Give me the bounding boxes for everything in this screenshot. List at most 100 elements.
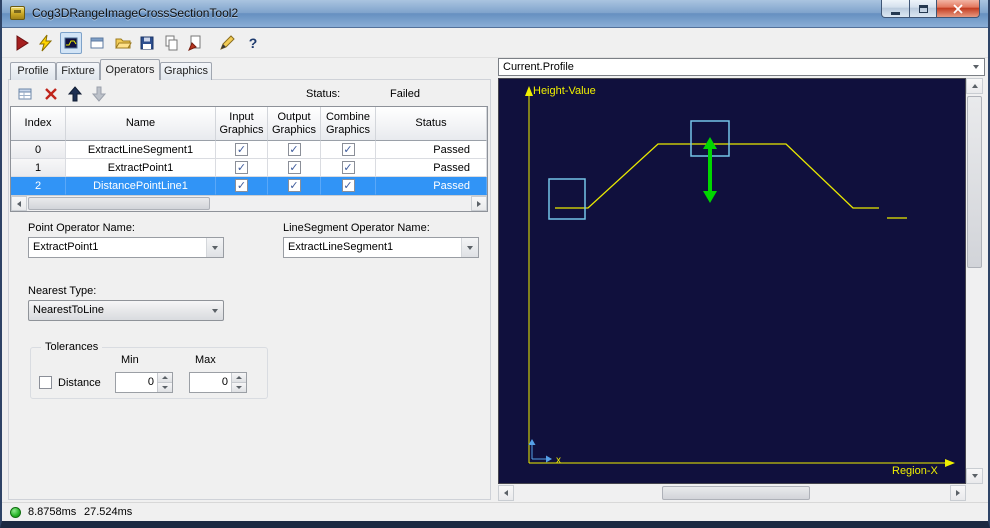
total-time: 27.524ms [84, 506, 133, 518]
tab-graphics[interactable]: Graphics [160, 62, 212, 80]
combine-graphics-checkbox[interactable] [341, 161, 355, 174]
nearest-type-label: Nearest Type: [28, 285, 97, 297]
nearest-type-combobox[interactable]: NearestToLine [28, 300, 224, 321]
output-graphics-checkbox[interactable] [287, 143, 301, 156]
output-graphics-checkbox[interactable] [287, 161, 301, 174]
scroll-up-button[interactable] [966, 78, 983, 94]
record-selector-combobox[interactable]: Current.Profile [498, 58, 985, 76]
tab-fixture[interactable]: Fixture [56, 62, 100, 80]
status-value: Failed [390, 88, 420, 100]
close-icon [953, 3, 963, 14]
profile-polyline [555, 143, 879, 209]
scroll-left-button[interactable] [11, 196, 27, 211]
linesegment-operator-combobox[interactable]: ExtractLineSegment1 [283, 237, 479, 258]
move-operator-up-icon[interactable] [66, 85, 84, 103]
record-display-toggle-icon[interactable] [60, 32, 82, 54]
arrow-right-icon [956, 490, 960, 496]
plot-horizontal-scrollbar[interactable] [498, 485, 966, 501]
import-tool-icon[interactable] [184, 32, 206, 54]
scroll-right-button[interactable] [950, 485, 966, 501]
output-graphics-checkbox[interactable] [287, 179, 301, 192]
arrow-left-icon [17, 200, 21, 207]
maximize-icon [918, 4, 928, 13]
scroll-left-button[interactable] [498, 485, 514, 501]
combine-graphics-checkbox[interactable] [341, 179, 355, 192]
input-graphics-checkbox[interactable] [235, 179, 248, 192]
title-bar: Cog3DRangeImageCrossSectionTool2 [2, 0, 988, 28]
operator-status: Passed [376, 177, 487, 195]
minimize-icon [891, 11, 900, 15]
dropdown-button[interactable] [206, 301, 223, 320]
float-window-icon[interactable] [86, 32, 108, 54]
column-header-combine-graphics[interactable]: Combine Graphics [321, 107, 376, 141]
save-file-icon[interactable] [136, 32, 158, 54]
distance-max-spinner[interactable]: 0 [189, 372, 247, 393]
grid-horizontal-scrollbar[interactable] [11, 195, 487, 211]
linesegment-operator-label: LineSegment Operator Name: [283, 222, 430, 234]
chevron-down-icon [973, 65, 979, 69]
scrollbar-thumb[interactable] [967, 96, 982, 268]
distance-label: Distance [58, 377, 101, 389]
spin-up-button[interactable] [158, 373, 172, 382]
app-icon [10, 6, 25, 20]
operator-row-selected[interactable]: 2 DistancePointLine1 Passed [11, 177, 487, 195]
copy-results-icon[interactable] [160, 32, 182, 54]
distance-checkbox[interactable] [39, 376, 52, 389]
max-label: Max [195, 354, 216, 366]
scroll-right-button[interactable] [471, 196, 487, 211]
spin-up-button[interactable] [232, 373, 246, 382]
column-header-input-graphics[interactable]: Input Graphics [216, 107, 268, 141]
column-header-name[interactable]: Name [66, 107, 216, 141]
input-graphics-checkbox[interactable] [235, 161, 248, 174]
spin-down-button[interactable] [232, 382, 246, 392]
run-tool-electric-icon[interactable] [35, 32, 57, 54]
scrollbar-thumb[interactable] [28, 197, 210, 210]
edit-settings-icon[interactable] [216, 32, 238, 54]
move-operator-down-icon[interactable] [90, 85, 108, 103]
column-header-status[interactable]: Status [376, 107, 487, 141]
dropdown-button[interactable] [206, 238, 223, 257]
tab-profile[interactable]: Profile [10, 62, 56, 80]
close-button[interactable] [937, 0, 980, 18]
help-icon[interactable]: ? [242, 32, 264, 54]
tab-operators[interactable]: Operators [100, 59, 160, 80]
scrollbar-thumb[interactable] [662, 486, 810, 500]
x-axis-label: Region-X [892, 465, 938, 477]
dropdown-button[interactable] [461, 238, 478, 257]
column-header-output-graphics[interactable]: Output Graphics [268, 107, 321, 141]
scroll-down-button[interactable] [966, 468, 983, 484]
column-header-index[interactable]: Index [11, 107, 66, 141]
dropdown-button[interactable] [968, 59, 984, 75]
plot-vertical-scrollbar[interactable] [966, 78, 983, 484]
profile-plot: x [525, 86, 955, 467]
open-file-icon[interactable] [112, 32, 134, 54]
arrow-down-icon [162, 386, 168, 389]
operator-row[interactable]: 1 ExtractPoint1 Passed [11, 159, 487, 177]
delete-operator-icon[interactable] [42, 85, 60, 103]
point-operator-label: Point Operator Name: [28, 222, 135, 234]
status-label: Status: [306, 88, 341, 100]
origin-x-label: x [556, 455, 561, 466]
operator-status: Passed [376, 159, 487, 177]
status-bar: 8.8758ms 27.524ms [2, 502, 988, 521]
profile-display[interactable]: x Height-Value Region-X [498, 78, 966, 484]
app-window: Cog3DRangeImageCrossSectionTool2 ? Profi… [0, 0, 990, 528]
add-operator-icon[interactable] [16, 85, 34, 103]
maximize-button[interactable] [910, 0, 937, 18]
combine-graphics-checkbox[interactable] [341, 143, 355, 156]
distance-arrow [703, 137, 717, 203]
point-operator-combobox[interactable]: ExtractPoint1 [28, 237, 224, 258]
operator-row[interactable]: 0 ExtractLineSegment1 Passed [11, 141, 487, 159]
min-label: Min [121, 354, 139, 366]
tolerances-groupbox: Tolerances Min Max Distance 0 0 [30, 341, 268, 399]
minimize-button[interactable] [881, 0, 910, 18]
arrow-up-icon [162, 376, 168, 379]
run-tool-icon[interactable] [10, 32, 32, 54]
marker-boxes [548, 120, 730, 220]
main-toolbar: ? [2, 28, 988, 58]
input-graphics-checkbox[interactable] [235, 143, 248, 156]
distance-min-spinner[interactable]: 0 [115, 372, 173, 393]
operator-status: Passed [376, 141, 487, 159]
spin-down-button[interactable] [158, 382, 172, 392]
window-title: Cog3DRangeImageCrossSectionTool2 [32, 6, 239, 20]
